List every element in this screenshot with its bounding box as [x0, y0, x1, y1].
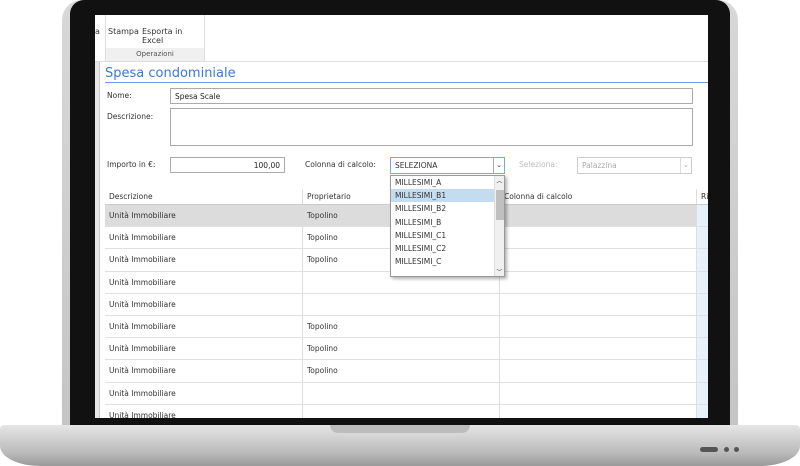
- seleziona-value: Palazzina: [582, 161, 617, 170]
- table-cell[interactable]: [697, 227, 708, 249]
- table-cell[interactable]: Unità Immobiliare: [105, 382, 303, 404]
- table-cell[interactable]: [500, 293, 697, 315]
- table-cell[interactable]: [500, 205, 697, 227]
- table-cell[interactable]: Topolino: [303, 360, 500, 382]
- table-cell[interactable]: [697, 249, 708, 271]
- nome-input[interactable]: Spesa Scale: [170, 88, 693, 104]
- laptop-notch: [330, 425, 470, 433]
- seleziona-combobox[interactable]: Palazzina ⌄: [577, 157, 692, 174]
- importo-label: Importo in €:: [107, 160, 156, 169]
- column-header[interactable]: Descrizione: [105, 189, 303, 204]
- table-cell[interactable]: [697, 404, 708, 418]
- table-cell[interactable]: Unità Immobiliare: [105, 227, 303, 249]
- colonna-value: SELEZIONA: [395, 161, 438, 170]
- dropdown-option[interactable]: MILLESIMI_B2: [391, 202, 494, 215]
- table-cell[interactable]: [697, 382, 708, 404]
- nome-label: Nome:: [107, 91, 132, 100]
- group-label: Operazioni: [106, 48, 204, 61]
- page-title: Spesa condominiale: [105, 66, 708, 83]
- table-cell[interactable]: [500, 315, 697, 338]
- table-row[interactable]: Unità Immobiliare Topolino: [105, 338, 708, 361]
- led-indicator: [700, 447, 718, 452]
- dropdown-option[interactable]: MILLESIMI_B: [391, 216, 494, 229]
- table-cell[interactable]: Unità Immobiliare: [105, 205, 303, 227]
- table-cell[interactable]: Topolino: [303, 315, 500, 338]
- dropdown-scrollbar[interactable]: ︿ ﹀: [494, 176, 504, 276]
- table-cell[interactable]: Unità Immobiliare: [105, 293, 303, 315]
- table-row[interactable]: Unità Immobiliare: [105, 382, 708, 405]
- dropdown-option[interactable]: MILLESIMI_A: [391, 176, 494, 189]
- left-panel-edge: [95, 62, 100, 418]
- dropdown-option[interactable]: MILLESIMI_C: [391, 255, 494, 268]
- table-cell[interactable]: [697, 338, 708, 360]
- table-cell[interactable]: Unità Immobiliare: [105, 404, 303, 418]
- table-cell[interactable]: [500, 227, 697, 249]
- ribbon-group-operazioni: Stampa Esporta in Excel Operazioni: [105, 15, 205, 61]
- table-cell[interactable]: [303, 293, 500, 315]
- table-cell[interactable]: [697, 293, 708, 315]
- table-cell[interactable]: [303, 382, 500, 404]
- descrizione-textarea[interactable]: [170, 108, 693, 146]
- importo-input[interactable]: 100,00: [170, 157, 285, 173]
- app-window: a Stampa Esporta in Excel Operazioni Spe…: [95, 15, 708, 418]
- table-cell[interactable]: [697, 205, 708, 227]
- dropdown-option[interactable]: MILLESIMI_C2: [391, 242, 494, 255]
- led-indicator: [724, 447, 729, 452]
- column-header[interactable]: Colonna di calcolo: [500, 189, 697, 204]
- stampa-button[interactable]: Stampa: [108, 27, 139, 36]
- table-cell[interactable]: Unità Immobiliare: [105, 271, 303, 293]
- descrizione-label: Descrizione:: [107, 112, 154, 121]
- colonna-label: Colonna di calcolo:: [305, 160, 376, 169]
- scrollbar-thumb[interactable]: [496, 190, 504, 220]
- chevron-down-icon[interactable]: ⌄: [493, 158, 504, 173]
- ribbon-button-partial[interactable]: a: [95, 27, 100, 36]
- table-cell[interactable]: [500, 249, 697, 271]
- chevron-down-icon[interactable]: ⌄: [680, 158, 691, 173]
- table-cell[interactable]: Unità Immobiliare: [105, 249, 303, 271]
- table-cell[interactable]: [500, 271, 697, 293]
- colonna-combobox[interactable]: SELEZIONA ⌄: [390, 157, 505, 174]
- chevron-down-icon[interactable]: ﹀: [495, 267, 504, 276]
- table-cell[interactable]: [500, 382, 697, 404]
- chevron-up-icon[interactable]: ︿: [495, 176, 504, 185]
- dropdown-option[interactable]: MILLESIMI_B1: [391, 189, 494, 203]
- led-indicator: [734, 447, 739, 452]
- table-cell[interactable]: Unità Immobiliare: [105, 360, 303, 382]
- column-header[interactable]: Ri: [697, 189, 708, 204]
- table-row[interactable]: Unità Immobiliare Topolino: [105, 360, 708, 383]
- table-row[interactable]: Unità Immobiliare: [105, 293, 708, 316]
- table-cell[interactable]: [500, 338, 697, 360]
- table-cell[interactable]: [500, 404, 697, 418]
- table-row[interactable]: Unità Immobiliare: [105, 404, 708, 418]
- ribbon: a Stampa Esporta in Excel Operazioni: [95, 15, 708, 62]
- colonna-dropdown-list: MILLESIMI_A MILLESIMI_B1 MILLESIMI_B2 MI…: [390, 175, 505, 277]
- table-cell[interactable]: Topolino: [303, 338, 500, 360]
- table-cell[interactable]: [500, 360, 697, 382]
- table-row[interactable]: Unità Immobiliare Topolino: [105, 315, 708, 339]
- esporta-excel-button[interactable]: Esporta in Excel: [142, 27, 204, 45]
- seleziona-label: Seleziona:: [519, 160, 558, 169]
- table-cell[interactable]: [697, 271, 708, 293]
- table-cell[interactable]: Unità Immobiliare: [105, 315, 303, 338]
- table-cell[interactable]: [303, 404, 500, 418]
- table-cell[interactable]: [697, 315, 708, 338]
- table-cell[interactable]: Unità Immobiliare: [105, 338, 303, 360]
- dropdown-option[interactable]: MILLESIMI_C1: [391, 229, 494, 242]
- table-cell[interactable]: [697, 360, 708, 382]
